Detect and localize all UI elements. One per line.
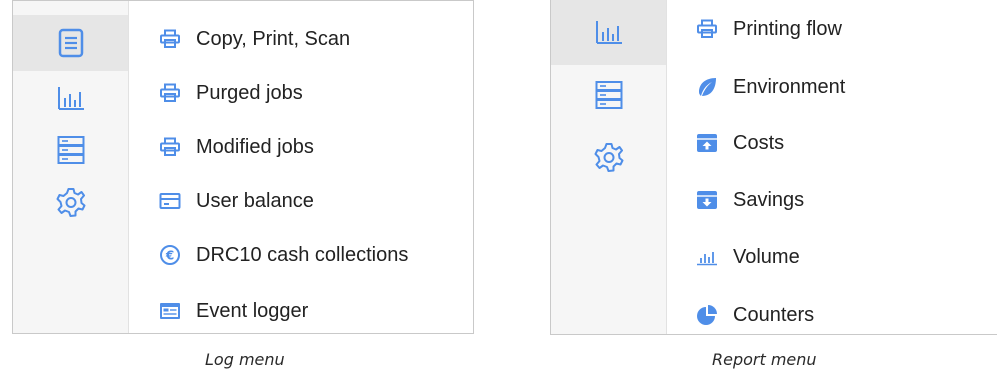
volume-chart-icon <box>696 246 718 268</box>
rail-item-server[interactable] <box>551 69 666 121</box>
menu-item-environment[interactable]: Environment <box>696 67 845 107</box>
savings-box-icon <box>696 189 718 211</box>
report-icon <box>595 21 622 44</box>
menu-item-label: Modified jobs <box>196 135 314 158</box>
svg-text:€: € <box>165 249 174 263</box>
rail-item-report[interactable] <box>551 0 666 65</box>
menu-item-label: Printing flow <box>733 17 842 40</box>
rail-item-settings[interactable] <box>13 177 128 227</box>
report-menu-caption: Report menu <box>712 350 817 369</box>
menu-item-savings[interactable]: Savings <box>696 180 804 220</box>
menu-item-user-balance[interactable]: User balance <box>159 181 314 221</box>
euro-icon: € <box>159 244 181 266</box>
printer-icon <box>696 18 718 40</box>
rail-item-server[interactable] <box>13 125 128 175</box>
server-icon <box>595 81 622 109</box>
rail-item-settings[interactable] <box>551 131 666 183</box>
menu-item-label: DRC10 cash collections <box>196 243 409 266</box>
menu-item-label: Purged jobs <box>196 81 303 104</box>
leaf-icon <box>696 76 718 98</box>
menu-item-volume[interactable]: Volume <box>696 237 800 277</box>
menu-item-costs[interactable]: Costs <box>696 123 784 163</box>
menu-item-copy-print-scan[interactable]: Copy, Print, Scan <box>159 19 350 59</box>
menu-item-drc10-cash-collections[interactable]: € DRC10 cash collections <box>159 235 408 275</box>
menu-item-event-logger[interactable]: Event logger <box>159 291 308 331</box>
costs-box-icon <box>696 132 718 154</box>
report-menu-panel: Printing flow Environment Costs Savings … <box>550 0 997 335</box>
menu-item-label: Volume <box>733 245 800 268</box>
server-icon <box>57 136 84 164</box>
menu-item-purged-jobs[interactable]: Purged jobs <box>159 73 303 113</box>
rail-item-report[interactable] <box>13 73 128 123</box>
event-log-icon <box>159 300 181 322</box>
report-icon <box>57 87 84 110</box>
menu-item-label: Costs <box>733 131 785 154</box>
printer-icon <box>159 136 181 158</box>
log-menu-panel: Copy, Print, Scan Purged jobs Modified j… <box>12 0 474 334</box>
settings-icon <box>594 143 623 172</box>
settings-icon <box>56 188 85 217</box>
card-icon <box>159 190 181 212</box>
menu-item-label: Counters <box>733 303 815 326</box>
report-nav-rail <box>551 0 667 334</box>
log-menu-caption: Log menu <box>205 350 285 369</box>
menu-item-label: Event logger <box>196 299 309 322</box>
rail-item-log[interactable] <box>13 15 128 71</box>
menu-item-counters[interactable]: Counters <box>696 295 814 335</box>
menu-item-label: Environment <box>733 75 846 98</box>
printer-icon <box>159 82 181 104</box>
pie-chart-icon <box>696 304 718 326</box>
menu-item-label: Savings <box>733 188 805 211</box>
log-icon <box>58 28 83 58</box>
log-nav-rail <box>13 1 129 333</box>
menu-item-label: Copy, Print, Scan <box>196 27 351 50</box>
menu-item-modified-jobs[interactable]: Modified jobs <box>159 127 314 167</box>
menu-item-label: User balance <box>196 189 314 212</box>
printer-icon <box>159 28 181 50</box>
menu-item-printing-flow[interactable]: Printing flow <box>696 9 842 49</box>
